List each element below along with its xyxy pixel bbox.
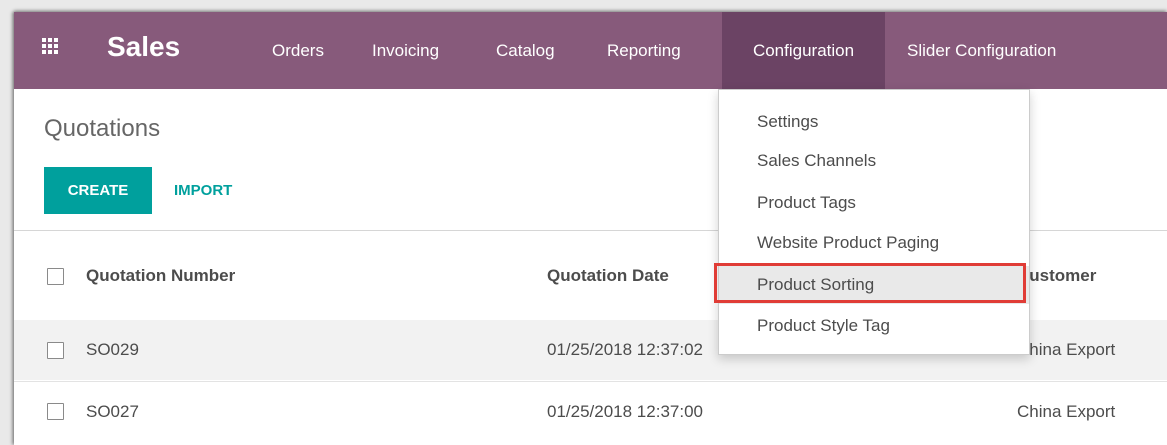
select-all-checkbox[interactable]	[47, 268, 64, 285]
menu-catalog[interactable]: Catalog	[496, 12, 555, 89]
column-header-number[interactable]: Quotation Number	[86, 266, 235, 286]
create-button[interactable]: CREATE	[44, 167, 152, 214]
menu-configuration[interactable]: Configuration	[722, 12, 885, 89]
row-checkbox[interactable]	[47, 403, 64, 420]
dropdown-item-product-style-tag[interactable]: Product Style Tag	[719, 307, 1029, 345]
menu-reporting[interactable]: Reporting	[607, 12, 681, 89]
quotation-date: 01/25/2018 12:37:02	[547, 340, 703, 359]
customer-name: China Export	[1017, 340, 1116, 359]
top-navbar: Sales Orders Invoicing Catalog Reporting…	[14, 12, 1167, 89]
import-button[interactable]: IMPORT	[174, 167, 232, 214]
dropdown-item-product-sorting[interactable]: Product Sorting	[719, 266, 1029, 304]
menu-slider-configuration[interactable]: Slider Configuration	[907, 12, 1056, 89]
dropdown-item-settings[interactable]: Settings	[719, 103, 1029, 141]
quotation-number: SO029	[86, 340, 139, 359]
row-checkbox[interactable]	[47, 342, 64, 359]
grid-icon[interactable]	[42, 38, 60, 56]
dropdown-item-product-tags[interactable]: Product Tags	[719, 184, 1029, 222]
quotation-date: 01/25/2018 12:37:00	[547, 402, 703, 421]
dropdown-item-website-product-paging[interactable]: Website Product Paging	[719, 224, 1029, 262]
app-title[interactable]: Sales	[107, 30, 180, 64]
page-title: Quotations	[44, 115, 161, 142]
quotation-number: SO027	[86, 402, 139, 421]
configuration-dropdown: Settings Sales Channels Product Tags Web…	[718, 89, 1030, 355]
menu-invoicing[interactable]: Invoicing	[372, 12, 439, 89]
customer-name: China Export	[1017, 402, 1116, 421]
menu-orders[interactable]: Orders	[272, 12, 324, 89]
column-header-date[interactable]: Quotation Date	[547, 266, 669, 286]
app-window: Sales Orders Invoicing Catalog Reporting…	[14, 12, 1167, 445]
table-row[interactable]: SO027 01/25/2018 12:37:00 China Export	[14, 381, 1167, 442]
dropdown-item-sales-channels[interactable]: Sales Channels	[719, 142, 1029, 180]
